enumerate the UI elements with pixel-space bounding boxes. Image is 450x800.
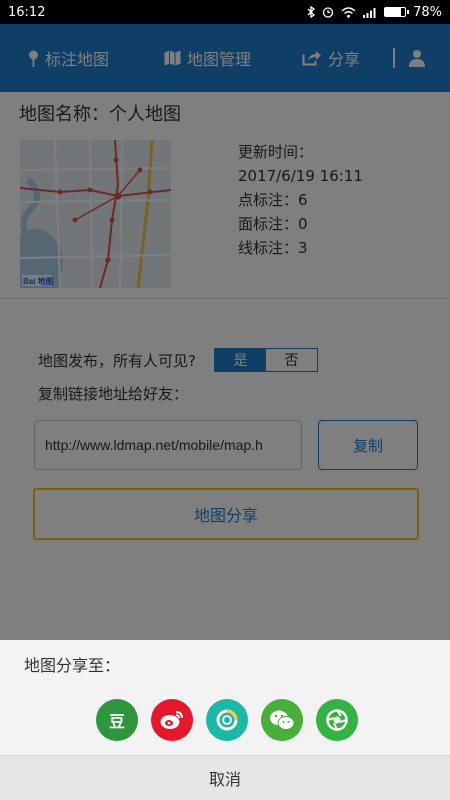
status-bar: 16:12 78% <box>0 0 450 24</box>
bluetooth-icon <box>307 6 316 18</box>
wechat-icon[interactable] <box>261 699 303 741</box>
share-sheet: 地图分享至： 豆 取消 <box>0 640 450 800</box>
battery-icon <box>384 7 410 17</box>
wechat-glyph <box>270 710 295 730</box>
qzone-icon[interactable] <box>206 699 248 741</box>
moments-glyph <box>326 709 348 731</box>
signal-icon <box>363 7 376 18</box>
weibo-icon[interactable] <box>151 699 193 741</box>
douban-icon[interactable]: 豆 <box>96 699 138 741</box>
battery-percent: 78% <box>413 4 442 20</box>
status-icons: 78% <box>307 5 442 20</box>
share-targets: 豆 <box>96 699 358 741</box>
moments-icon[interactable] <box>316 699 358 741</box>
cancel-button[interactable]: 取消 <box>0 755 450 800</box>
share-sheet-title: 地图分享至： <box>24 656 121 675</box>
alarm-icon <box>322 7 334 18</box>
wifi-icon <box>341 6 356 18</box>
weibo-glyph <box>160 711 183 729</box>
qzone-glyph <box>216 709 238 731</box>
douban-glyph: 豆 <box>108 712 125 731</box>
status-time: 16:12 <box>8 4 46 20</box>
battery-level <box>385 8 401 16</box>
